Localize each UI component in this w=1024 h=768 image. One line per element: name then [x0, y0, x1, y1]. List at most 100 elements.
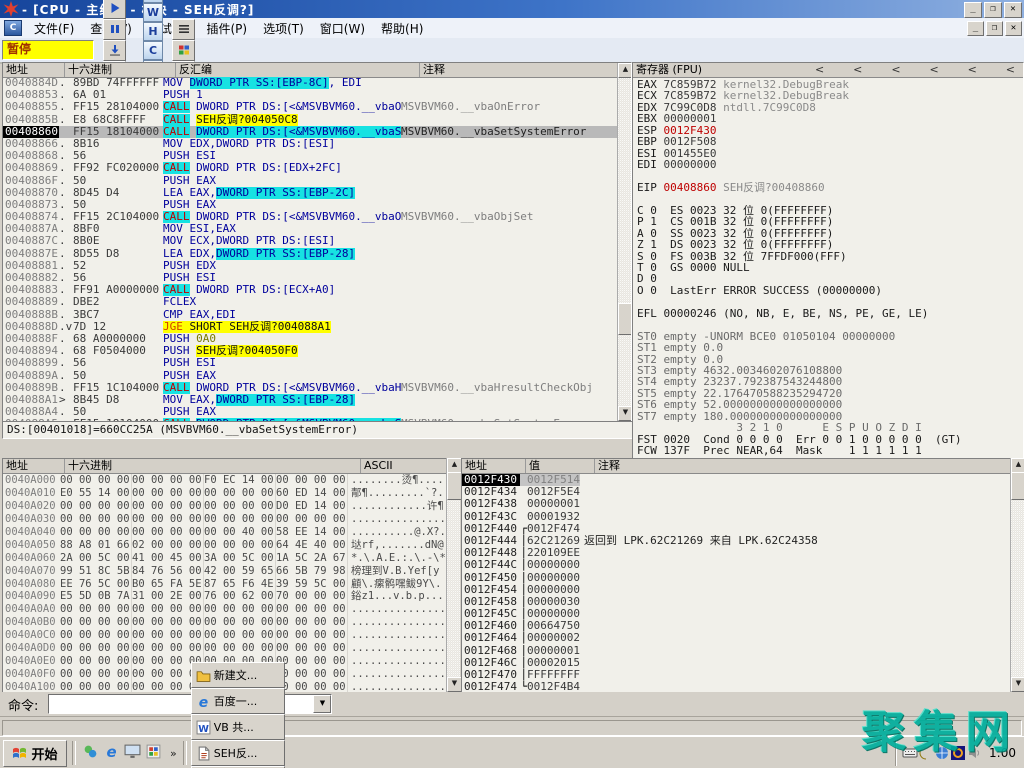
letter-button-W[interactable]: W — [143, 3, 163, 22]
disasm-row[interactable]: 00408883.FF91 A0000000CALL DWORD PTR DS:… — [3, 284, 618, 296]
disasm-row[interactable]: 0040884D.89BD 74FFFFFFMOV DWORD PTR SS:[… — [3, 77, 618, 89]
disasm-row[interactable]: 0040889B.FF15 1C104000CALL DWORD PTR DS:… — [3, 382, 618, 394]
step-into-button[interactable] — [103, 40, 126, 61]
ie-icon[interactable]: e — [103, 743, 120, 763]
taskbar-button-0[interactable]: 新建文... — [191, 662, 285, 688]
taskbar-button-1[interactable]: e百度一... — [191, 688, 285, 714]
dump-row[interactable]: 0040A0B000 00 00 0000 00 00 0000 00 00 0… — [3, 616, 447, 629]
dump-row[interactable]: 0040A0C000 00 00 0000 00 00 0000 00 00 0… — [3, 629, 447, 642]
windows-list-button[interactable] — [172, 19, 195, 40]
disasm-row[interactable]: 0040885B.E8 68C8FFFFCALL SEH反调?004050C8 — [3, 114, 618, 126]
dump-row[interactable]: 0040A080EE 76 5C 00B0 65 FA 5E87 65 F6 4… — [3, 578, 447, 591]
mdi-close-button[interactable]: ✕ — [1005, 21, 1022, 36]
chevron-icon[interactable]: » — [170, 747, 177, 760]
register-line[interactable]: FST 0020 Cond 0 0 0 0 Err 0 0 1 0 0 0 0 … — [637, 434, 1021, 445]
scroll-thumb[interactable] — [1011, 472, 1024, 500]
disasm-row[interactable]: 004088A4.50PUSH EAX — [3, 406, 618, 418]
dump-row[interactable]: 0040A03000 00 00 0000 00 00 0000 00 00 0… — [3, 513, 447, 526]
disasm-row[interactable]: 00408870.8D45 D4LEA EAX,DWORD PTR SS:[EB… — [3, 187, 618, 199]
disasm-row[interactable]: 00408889.DBE2FCLEX — [3, 296, 618, 308]
stack-row[interactable]: 0012F45C│00000000 — [462, 608, 1011, 620]
stack-row[interactable]: 0012F440┌0012F474 — [462, 523, 1011, 535]
register-line[interactable]: ESP 0012F430 — [637, 125, 1021, 136]
scroll-down-icon[interactable]: ▼ — [447, 677, 462, 692]
register-line[interactable]: EBX 00000001 — [637, 113, 1021, 124]
stack-row[interactable]: 0012F4340012F5E4 — [462, 486, 1011, 498]
history-arrow-icon[interactable]: < — [968, 63, 977, 77]
register-line[interactable]: ST6 empty 52.000000000000000000 — [637, 399, 1021, 410]
stack-row[interactable]: 0012F4300012F514 — [462, 474, 1011, 486]
register-line[interactable]: ST0 empty -UNORM BCE0 01050104 00000000 — [637, 331, 1021, 342]
stack-row[interactable]: 0012F444│62C21269返回到 LPK.62C21269 来自 LPK… — [462, 535, 1011, 547]
register-line[interactable]: ST3 empty 4632.0034602076108800 — [637, 365, 1021, 376]
letter-button-C[interactable]: C — [143, 41, 163, 60]
register-line[interactable]: EAX 7C859B72 kernel32.DebugBreak — [637, 79, 1021, 90]
scroll-up-icon[interactable]: ▲ — [447, 458, 462, 473]
register-line[interactable]: ECX 7C859B72 kernel32.DebugBreak — [637, 90, 1021, 101]
register-line[interactable]: EBP 0012F508 — [637, 136, 1021, 147]
menu-item-5[interactable]: 窗口(W) — [312, 20, 373, 38]
register-line[interactable]: ST7 empty 180.00000000000000000 — [637, 411, 1021, 422]
history-arrow-icon[interactable]: < — [929, 63, 938, 77]
register-line[interactable]: EIP 00408860 SEH反调?00408860 — [637, 182, 1021, 193]
scroll-down-icon[interactable]: ▼ — [1011, 677, 1024, 692]
menu-item-0[interactable]: 文件(F) — [26, 20, 82, 38]
disasm-row[interactable]: 0040888B.3BC7CMP EAX,EDI — [3, 309, 618, 321]
disasm-row[interactable]: 00408868.56PUSH ESI — [3, 150, 618, 162]
dump-row[interactable]: 0040A02000 00 00 0000 00 00 0000 00 00 0… — [3, 500, 447, 513]
register-line[interactable]: EFL 00000246 (NO, NB, E, BE, NS, PE, GE,… — [637, 308, 1021, 319]
disasm-row[interactable]: 00408899.56PUSH ESI — [3, 357, 618, 369]
disassembly-scrollbar[interactable]: ▲ ▼ — [617, 63, 631, 421]
disasm-row[interactable]: 0040886F.50PUSH EAX — [3, 175, 618, 187]
dump-row[interactable]: 0040A010E0 55 14 0000 00 00 0000 00 00 0… — [3, 487, 447, 500]
register-line[interactable]: FCW 137F Prec NEAR,64 Mask 1 1 1 1 1 1 — [637, 445, 1021, 456]
history-arrow-icon[interactable]: < — [853, 63, 862, 77]
registers-history-arrows[interactable]: <<<<<< — [815, 63, 1023, 77]
dump-scrollbar[interactable]: против▲ ▼ — [446, 458, 460, 692]
register-line[interactable] — [637, 319, 1021, 330]
appearance-button[interactable] — [172, 40, 195, 61]
disasm-row[interactable]: 004088A1>8B45 D8MOV EAX,DWORD PTR SS:[EB… — [3, 394, 618, 406]
scroll-up-icon[interactable]: ▲ — [1011, 458, 1024, 473]
register-line[interactable]: P 1 CS 001B 32 位 0(FFFFFFFF) — [637, 216, 1021, 227]
mdi-minimize-button[interactable]: _ — [967, 21, 984, 36]
menu-item-6[interactable]: 帮助(H) — [373, 20, 431, 38]
register-line[interactable]: D 0 — [637, 273, 1021, 284]
media-icon[interactable] — [145, 743, 162, 763]
disasm-row[interactable]: 0040888F.68 A0000000PUSH 0A0 — [3, 333, 618, 345]
register-line[interactable]: A 0 SS 0023 32 位 0(FFFFFFFF) — [637, 228, 1021, 239]
stack-row[interactable]: 0012F448│220109EE — [462, 547, 1011, 559]
stack-row[interactable]: 0012F450│00000000 — [462, 572, 1011, 584]
scroll-thumb[interactable] — [447, 472, 462, 500]
disasm-row[interactable]: 00408874.FF15 2C104000CALL DWORD PTR DS:… — [3, 211, 618, 223]
taskbar-button-3[interactable]: SEH反... — [191, 740, 285, 766]
taskbar-button-2[interactable]: WVB 共... — [191, 714, 285, 740]
scroll-up-icon[interactable]: ▲ — [618, 63, 632, 78]
pause-button[interactable] — [103, 19, 126, 40]
letter-button-H[interactable]: H — [143, 22, 163, 41]
dump-row[interactable]: 0040A0A000 00 00 0000 00 00 0000 00 00 0… — [3, 603, 447, 616]
disasm-row[interactable]: 00408860FF15 18104000CALL DWORD PTR DS:[… — [3, 126, 618, 138]
history-arrow-icon[interactable]: < — [891, 63, 900, 77]
register-line[interactable]: ST2 empty 0.0 — [637, 354, 1021, 365]
history-arrow-icon[interactable]: < — [1006, 63, 1015, 77]
stack-row[interactable]: 0012F44C│00000000 — [462, 559, 1011, 571]
cpu-window-icon[interactable]: C — [4, 20, 22, 36]
scroll-down-icon[interactable]: ▼ — [618, 406, 632, 421]
disasm-row[interactable]: 0040887C.8B0EMOV ECX,DWORD PTR DS:[ESI] — [3, 235, 618, 247]
start-button[interactable]: 开始 — [3, 740, 67, 767]
disasm-row[interactable]: 00408866.8B16MOV EDX,DWORD PTR DS:[ESI] — [3, 138, 618, 150]
stack-row[interactable]: 0012F46C│00002015 — [462, 657, 1011, 669]
scroll-thumb[interactable] — [618, 303, 632, 335]
register-line[interactable]: ST5 empty 22.176470588235294720 — [637, 388, 1021, 399]
dump-row[interactable]: 0040A04000 00 00 0000 00 00 0000 00 40 0… — [3, 526, 447, 539]
register-line[interactable]: 3 2 1 0 E S P U O Z D I — [637, 422, 1021, 433]
disasm-row[interactable]: 00408882.56PUSH ESI — [3, 272, 618, 284]
register-line[interactable] — [637, 193, 1021, 204]
register-line[interactable] — [637, 296, 1021, 307]
dump-row[interactable]: 0040A0602A 00 5C 0041 00 45 003A 00 5C 0… — [3, 552, 447, 565]
register-line[interactable]: T 0 GS 0000 NULL — [637, 262, 1021, 273]
stack-row[interactable]: 0012F460│00664750 — [462, 620, 1011, 632]
stack-row[interactable]: 0012F454│00000000 — [462, 584, 1011, 596]
minimize-button[interactable]: _ — [964, 2, 982, 18]
